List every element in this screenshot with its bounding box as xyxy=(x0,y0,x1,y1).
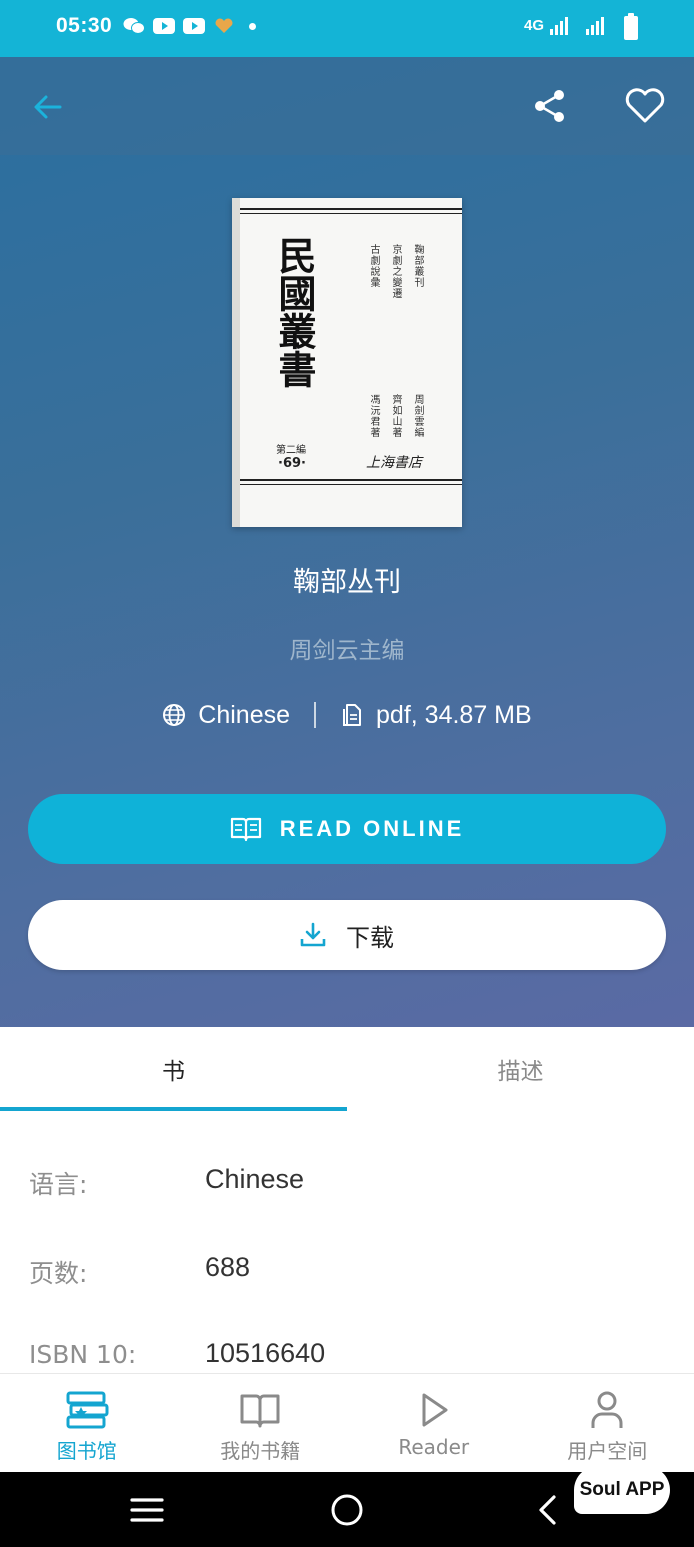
book-meta: Chinese pdf, 34.87 MB xyxy=(0,697,694,733)
library-icon xyxy=(66,1391,109,1429)
dot-icon xyxy=(249,22,256,30)
nav-reader-label: Reader xyxy=(398,1435,470,1459)
detail-row-pages: 页数: 688 xyxy=(0,1252,694,1294)
detail-key: ISBN 10: xyxy=(29,1340,137,1369)
book-title: 鞠部丛刊 xyxy=(293,567,401,598)
network-label: 4G xyxy=(523,16,544,34)
open-book-icon xyxy=(240,1394,280,1428)
nav-my-books[interactable]: 我的书籍 xyxy=(174,1374,348,1473)
notification-icons xyxy=(123,17,256,35)
cover-col-4: 周劍雲編 xyxy=(412,394,423,438)
back-chevron-icon[interactable] xyxy=(536,1494,558,1526)
arrow-left-icon[interactable] xyxy=(30,89,66,125)
user-icon xyxy=(591,1391,623,1428)
share-icon[interactable] xyxy=(532,87,568,125)
read-online-label: READ ONLINE xyxy=(279,816,465,841)
cover-publisher: 上海書店 xyxy=(366,455,422,471)
detail-tabs: 书 描述 xyxy=(0,1027,694,1111)
tab-book-label: 书 xyxy=(162,1059,185,1085)
download-label: 下载 xyxy=(346,923,394,952)
read-online-button[interactable]: READ ONLINE xyxy=(28,794,666,864)
cover-spine xyxy=(232,198,240,527)
status-time: 05:30 xyxy=(56,14,113,37)
nav-library[interactable]: 图书馆 xyxy=(0,1374,174,1473)
detail-key: 页数: xyxy=(29,1259,88,1288)
home-circle-icon[interactable] xyxy=(330,1493,364,1527)
battery-icon xyxy=(624,13,638,40)
nav-user-space[interactable]: 用户空间 xyxy=(521,1374,694,1473)
cover-rule-top-thin xyxy=(240,213,462,214)
cover-series: 第二編 xyxy=(276,445,306,456)
meta-divider xyxy=(314,702,317,728)
detail-key: 语言: xyxy=(29,1170,88,1199)
cover-rule-bottom-thin xyxy=(240,484,462,485)
signal-icon xyxy=(586,17,604,35)
detail-value: Chinese xyxy=(205,1164,305,1194)
book-hero: 民國叢書 第二編 ·69· 鞠部叢刊 京劇之變遷 古劇說彙 周劍雲編 齊如山著 … xyxy=(0,57,694,1027)
soul-app-watermark: Soul APP xyxy=(574,1466,670,1514)
cover-rule-bottom xyxy=(240,479,462,481)
wechat-icon xyxy=(123,18,145,34)
cover-col-6: 馮沅君著 xyxy=(368,394,379,438)
menu-icon[interactable] xyxy=(130,1497,164,1523)
meta-language: Chinese xyxy=(198,700,291,729)
bottom-nav: 图书馆 我的书籍 Reader 用户空间 xyxy=(0,1373,694,1472)
cover-col-1: 鞠部叢刊 xyxy=(412,244,423,288)
nav-library-label: 图书馆 xyxy=(56,1439,117,1463)
detail-row-isbn: ISBN 10: 10516640 xyxy=(0,1338,694,1373)
cover-series-number: ·69· xyxy=(278,456,306,471)
tab-book[interactable]: 书 xyxy=(0,1027,347,1111)
top-toolbar xyxy=(0,57,694,155)
book-details: 语言: Chinese 页数: 688 ISBN 10: 10516640 xyxy=(0,1111,694,1373)
tab-description-label: 描述 xyxy=(497,1059,544,1085)
cover-main-title: 民國叢書 xyxy=(272,236,317,388)
status-bar: 05:30 4G xyxy=(0,0,694,57)
detail-row-language: 语言: Chinese xyxy=(0,1164,694,1205)
cover-rule-top xyxy=(240,208,462,210)
heart-outline-icon[interactable] xyxy=(624,87,666,125)
youtube-icon xyxy=(183,18,205,34)
download-icon xyxy=(300,922,326,947)
file-icon xyxy=(343,704,362,726)
nav-my-books-label: 我的书籍 xyxy=(220,1439,301,1463)
signal-icon xyxy=(550,17,568,35)
detail-value: 688 xyxy=(205,1252,251,1282)
heart-app-icon xyxy=(215,18,233,33)
tab-description[interactable]: 描述 xyxy=(347,1027,694,1111)
open-book-icon xyxy=(230,817,261,842)
nav-user-space-label: 用户空间 xyxy=(567,1439,648,1463)
cover-col-3: 古劇說彙 xyxy=(368,244,379,288)
download-button[interactable]: 下载 xyxy=(28,900,666,970)
detail-value: 10516640 xyxy=(205,1338,326,1368)
nav-reader[interactable]: Reader xyxy=(347,1374,521,1473)
play-icon xyxy=(422,1393,448,1427)
cover-col-2: 京劇之變遷 xyxy=(390,244,401,299)
book-author: 周剑云主编 xyxy=(289,638,405,664)
cover-col-5: 齊如山著 xyxy=(390,394,401,438)
book-cover[interactable]: 民國叢書 第二編 ·69· 鞠部叢刊 京劇之變遷 古劇說彙 周劍雲編 齊如山著 … xyxy=(232,198,462,527)
youtube-icon xyxy=(153,18,175,34)
meta-file-info: pdf, 34.87 MB xyxy=(376,700,532,729)
globe-icon xyxy=(163,704,186,726)
